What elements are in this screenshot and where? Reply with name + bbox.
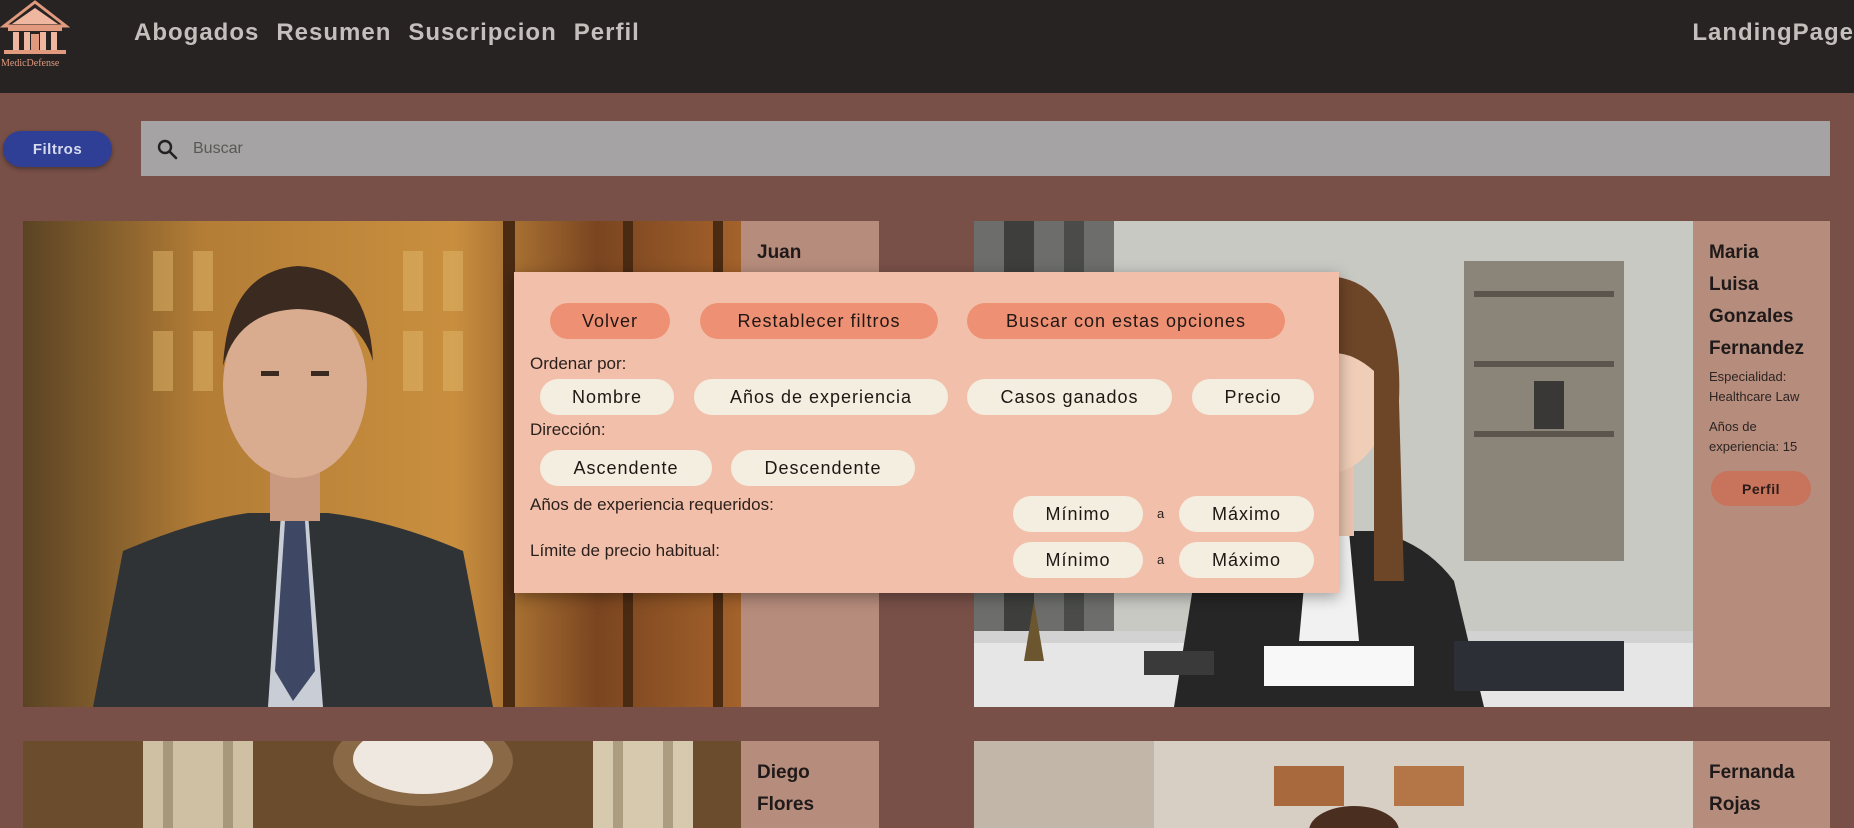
logo-text: MedicDefense: [1, 58, 60, 69]
lawyer-name: Juan: [757, 242, 802, 263]
reset-filters-button[interactable]: Restablecer filtros: [700, 303, 938, 339]
sort-name-option[interactable]: Nombre: [540, 379, 674, 415]
lawyer-specialty: Especialidad: Healthcare Law: [1709, 369, 1800, 404]
filter-dialog: Volver Restablecer filtros Buscar con es…: [514, 272, 1339, 593]
lawyer-experience: Años de experiencia: 15: [1709, 419, 1798, 454]
nav-landing-page[interactable]: LandingPage: [1692, 19, 1854, 47]
lawyer-name-line: Maria: [1709, 242, 1759, 263]
main-nav: Abogados Resumen Suscripcion Perfil: [134, 19, 640, 47]
direction-label: Dirección:: [530, 420, 606, 439]
nav-perfil[interactable]: Perfil: [574, 19, 640, 47]
descending-option[interactable]: Descendente: [731, 450, 915, 486]
nav-abogados[interactable]: Abogados: [134, 19, 259, 47]
lawyer-name-line: Fernanda: [1709, 762, 1795, 783]
lawyer-info: Fernanda Rojas: [1693, 741, 1830, 828]
ascending-option[interactable]: Ascendente: [540, 450, 712, 486]
lawyer-name-line: Flores: [757, 794, 815, 815]
price-limit-label: Límite de precio habitual:: [530, 541, 720, 560]
lawyer-info: Diego Flores: [741, 741, 879, 828]
range-separator: a: [1157, 506, 1165, 521]
sort-price-option[interactable]: Precio: [1192, 379, 1314, 415]
lawyer-card: Fernanda Rojas: [974, 741, 1830, 828]
sort-experience-option[interactable]: Años de experiencia: [694, 379, 948, 415]
search-input[interactable]: [193, 121, 1793, 176]
courthouse-icon: [0, 0, 70, 54]
nav-suscripcion[interactable]: Suscripcion: [408, 19, 556, 47]
lawyer-info: Maria Luisa Gonzales Fernandez Especiali…: [1693, 221, 1830, 707]
lawyer-photo[interactable]: [974, 741, 1693, 828]
experience-min-input[interactable]: Mínimo: [1013, 496, 1143, 532]
medicdefense-logo[interactable]: MedicDefense: [0, 0, 72, 72]
filters-button[interactable]: Filtros: [3, 131, 112, 167]
top-navbar: MedicDefense Abogados Resumen Suscripcio…: [0, 0, 1854, 93]
nav-resumen[interactable]: Resumen: [276, 19, 391, 47]
back-button[interactable]: Volver: [550, 303, 670, 339]
experience-max-input[interactable]: Máximo: [1179, 496, 1314, 532]
lawyer-name-line: Rojas: [1709, 794, 1761, 815]
profile-button[interactable]: Perfil: [1711, 471, 1811, 506]
search-with-options-button[interactable]: Buscar con estas opciones: [967, 303, 1285, 339]
lawyer-name-line: Diego: [757, 762, 810, 783]
search-bar[interactable]: [141, 121, 1830, 176]
sort-label: Ordenar por:: [530, 354, 627, 373]
lawyer-photo[interactable]: [23, 741, 741, 828]
price-max-input[interactable]: Máximo: [1179, 542, 1314, 578]
lawyer-name-line: Gonzales: [1709, 306, 1794, 327]
lawyer-name-line: Fernandez: [1709, 338, 1805, 359]
range-separator: a: [1157, 552, 1165, 567]
sort-cases-won-option[interactable]: Casos ganados: [967, 379, 1172, 415]
lawyer-name-line: Luisa: [1709, 274, 1759, 295]
experience-required-label: Años de experiencia requeridos:: [530, 495, 774, 514]
lawyer-card: Diego Flores: [23, 741, 879, 828]
search-icon: [157, 139, 178, 160]
price-min-input[interactable]: Mínimo: [1013, 542, 1143, 578]
